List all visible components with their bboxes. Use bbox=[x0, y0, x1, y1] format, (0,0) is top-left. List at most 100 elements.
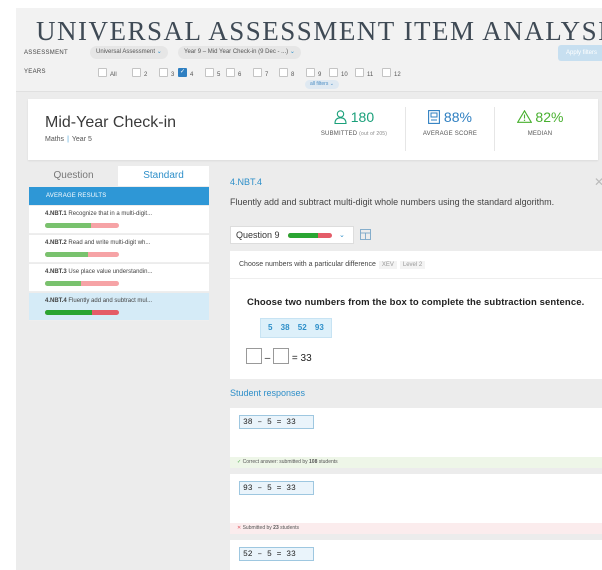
year-checkbox[interactable]: 2 bbox=[132, 68, 147, 78]
all-filters-label: all filters bbox=[310, 81, 329, 87]
question-result-bar bbox=[288, 233, 332, 238]
year-checkbox[interactable]: 11 bbox=[355, 68, 373, 78]
question-card: Choose numbers with a particular differe… bbox=[230, 251, 602, 379]
average-score-label: AVERAGE SCORE bbox=[422, 131, 478, 137]
submitted-stat: 180 SUBMITTED (out of 205) bbox=[308, 107, 400, 137]
response-count: 23 bbox=[273, 525, 279, 531]
standard-item-text: 4.NBT.2 Read and write multi-digit wh... bbox=[45, 240, 150, 246]
median-stat: 82% MEDIAN bbox=[494, 107, 586, 137]
average-score-stat: 88% AVERAGE SCORE bbox=[404, 107, 496, 137]
all-filters-toggle[interactable]: all filters ⌄ bbox=[305, 80, 339, 89]
checkbox-icon bbox=[279, 68, 288, 77]
year-label: 11 bbox=[367, 72, 374, 78]
response-answer: 38 – 5 = 33 bbox=[239, 415, 314, 429]
response-footer-text: Correct answer: submitted by bbox=[242, 459, 308, 465]
standard-item-text: 4.NBT.1 Recognize that in a multi-digit.… bbox=[45, 211, 152, 217]
year-checkbox[interactable]: 10 bbox=[329, 68, 348, 78]
answer-slot bbox=[246, 348, 262, 364]
response-card: 93 – 5 = 33 ✕ Submitted by 23 students bbox=[230, 474, 602, 534]
question-select-label: Question 9 bbox=[236, 230, 280, 240]
result-bar-correct bbox=[45, 223, 91, 228]
median-value: 82% bbox=[535, 109, 564, 125]
standard-item[interactable]: 4.NBT.2 Read and write multi-digit wh... bbox=[29, 235, 209, 263]
result-bar-correct bbox=[45, 281, 81, 286]
response-answer: 52 – 5 = 33 bbox=[239, 547, 314, 561]
standard-item-label: Recognize that in a multi-digit... bbox=[68, 211, 153, 217]
year-checkbox[interactable]: 6 bbox=[226, 68, 241, 78]
assessment-summary-card: Mid-Year Check-in Maths | Year 5 180 SUBMI… bbox=[28, 99, 598, 160]
student-responses-heading: Student responses bbox=[230, 388, 306, 398]
standard-item-code: 4.NBT.1 bbox=[45, 211, 67, 217]
result-bar bbox=[45, 310, 119, 315]
year-checkbox[interactable]: 12 bbox=[382, 68, 401, 78]
question-select[interactable]: Question 9 ⌄ bbox=[230, 226, 354, 244]
standard-item-label: Read and write multi-digit wh... bbox=[68, 240, 151, 246]
result-bar bbox=[45, 223, 119, 228]
standard-item-label: Use place value understandin... bbox=[68, 269, 153, 275]
checkbox-icon bbox=[98, 68, 107, 77]
assessment-label: ASSESSMENT bbox=[24, 50, 69, 56]
standard-code: 4.NBT.4 bbox=[230, 177, 263, 187]
year-checkbox[interactable]: 4 bbox=[178, 68, 193, 78]
standard-item[interactable]: 4.NBT.1 Recognize that in a multi-digit.… bbox=[29, 206, 209, 234]
standard-item-code: 4.NBT.2 bbox=[45, 240, 67, 246]
year-checkbox[interactable]: 8 bbox=[279, 68, 294, 78]
year-label: 2 bbox=[144, 72, 148, 78]
result-bar bbox=[45, 281, 119, 286]
question-tag: XEV bbox=[378, 261, 397, 269]
equation: – = 33 bbox=[246, 348, 312, 364]
equation-result: = 33 bbox=[291, 353, 312, 364]
standard-description: Fluently add and subtract multi-digit wh… bbox=[230, 197, 555, 207]
apply-filters-button[interactable]: Apply filters bbox=[558, 45, 602, 61]
report-icon bbox=[428, 110, 440, 124]
standard-item-code: 4.NBT.4 bbox=[45, 298, 67, 304]
response-card: 52 – 5 = 33 bbox=[230, 540, 602, 570]
response-footer: ✕ Submitted by 23 students bbox=[230, 523, 602, 534]
year-label: Year 5 bbox=[71, 136, 92, 143]
standard-item[interactable]: 4.NBT.4 Fluently add and subtract mul... bbox=[29, 293, 209, 321]
response-footer-suffix: students bbox=[280, 525, 300, 531]
year-checkbox[interactable]: 3 bbox=[159, 68, 174, 78]
year-label: 9 bbox=[318, 72, 322, 78]
standard-item[interactable]: 4.NBT.3 Use place value understandin... bbox=[29, 264, 209, 292]
year-checkbox[interactable]: 7 bbox=[253, 68, 268, 78]
checkbox-icon bbox=[329, 68, 338, 77]
checkbox-icon bbox=[226, 68, 235, 77]
checkbox-icon bbox=[205, 68, 214, 77]
divider bbox=[230, 278, 602, 279]
question-meta: Choose numbers with a particular differe… bbox=[239, 261, 426, 269]
checkbox-icon bbox=[159, 68, 168, 77]
tab-question[interactable]: Question bbox=[29, 166, 118, 186]
response-count: 108 bbox=[309, 459, 318, 465]
copy-icon[interactable] bbox=[360, 229, 371, 240]
assessment-title: Mid-Year Check-in bbox=[45, 114, 177, 131]
year-label: 8 bbox=[291, 72, 295, 78]
tab-standard[interactable]: Standard bbox=[118, 166, 209, 186]
year-checkbox[interactable]: 5 bbox=[205, 68, 220, 78]
panel-tabs: Question Standard bbox=[29, 166, 209, 186]
year-checkbox[interactable]: All bbox=[98, 68, 117, 78]
response-card: 38 – 5 = 33 ✓ Correct answer: submitted b… bbox=[230, 408, 602, 468]
assessment-select[interactable]: Universal Assessment ⌄ bbox=[90, 46, 168, 59]
year-label: 3 bbox=[171, 72, 175, 78]
response-footer: ✓ Correct answer: submitted by 108 stude… bbox=[230, 457, 602, 468]
checkbox-icon bbox=[253, 68, 262, 77]
app-frame: UNIVERSAL ASSESSMENT ITEM ANALYSIS ASSES… bbox=[16, 8, 602, 570]
year-label: 6 bbox=[238, 72, 242, 78]
checkbox-icon bbox=[355, 68, 364, 77]
question-prompt: Choose two numbers from the box to compl… bbox=[247, 297, 585, 308]
year-label: 12 bbox=[394, 72, 401, 78]
question-meta-text: Choose numbers with a particular differe… bbox=[239, 261, 376, 268]
test-select[interactable]: Year 9 – Mid Year Check-in (9 Dec - ...)… bbox=[178, 46, 301, 59]
standards-panel: Question Standard AVERAGE RESULTS 4.NBT.… bbox=[29, 166, 209, 336]
year-checkbox[interactable]: 9 bbox=[306, 68, 321, 78]
assessment-subtitle: Maths | Year 5 bbox=[45, 136, 92, 143]
year-label: 5 bbox=[217, 72, 221, 78]
test-select-value: Year 9 – Mid Year Check-in (9 Dec - ...) bbox=[184, 49, 289, 55]
standard-item-text: 4.NBT.4 Fluently add and subtract mul... bbox=[45, 298, 152, 304]
average-score-value: 88% bbox=[443, 109, 472, 125]
close-icon[interactable]: ✕ bbox=[594, 175, 602, 189]
chevron-down-icon: ⌄ bbox=[156, 49, 162, 55]
checkbox-icon bbox=[382, 68, 391, 77]
submitted-sub: (out of 205) bbox=[359, 131, 388, 137]
